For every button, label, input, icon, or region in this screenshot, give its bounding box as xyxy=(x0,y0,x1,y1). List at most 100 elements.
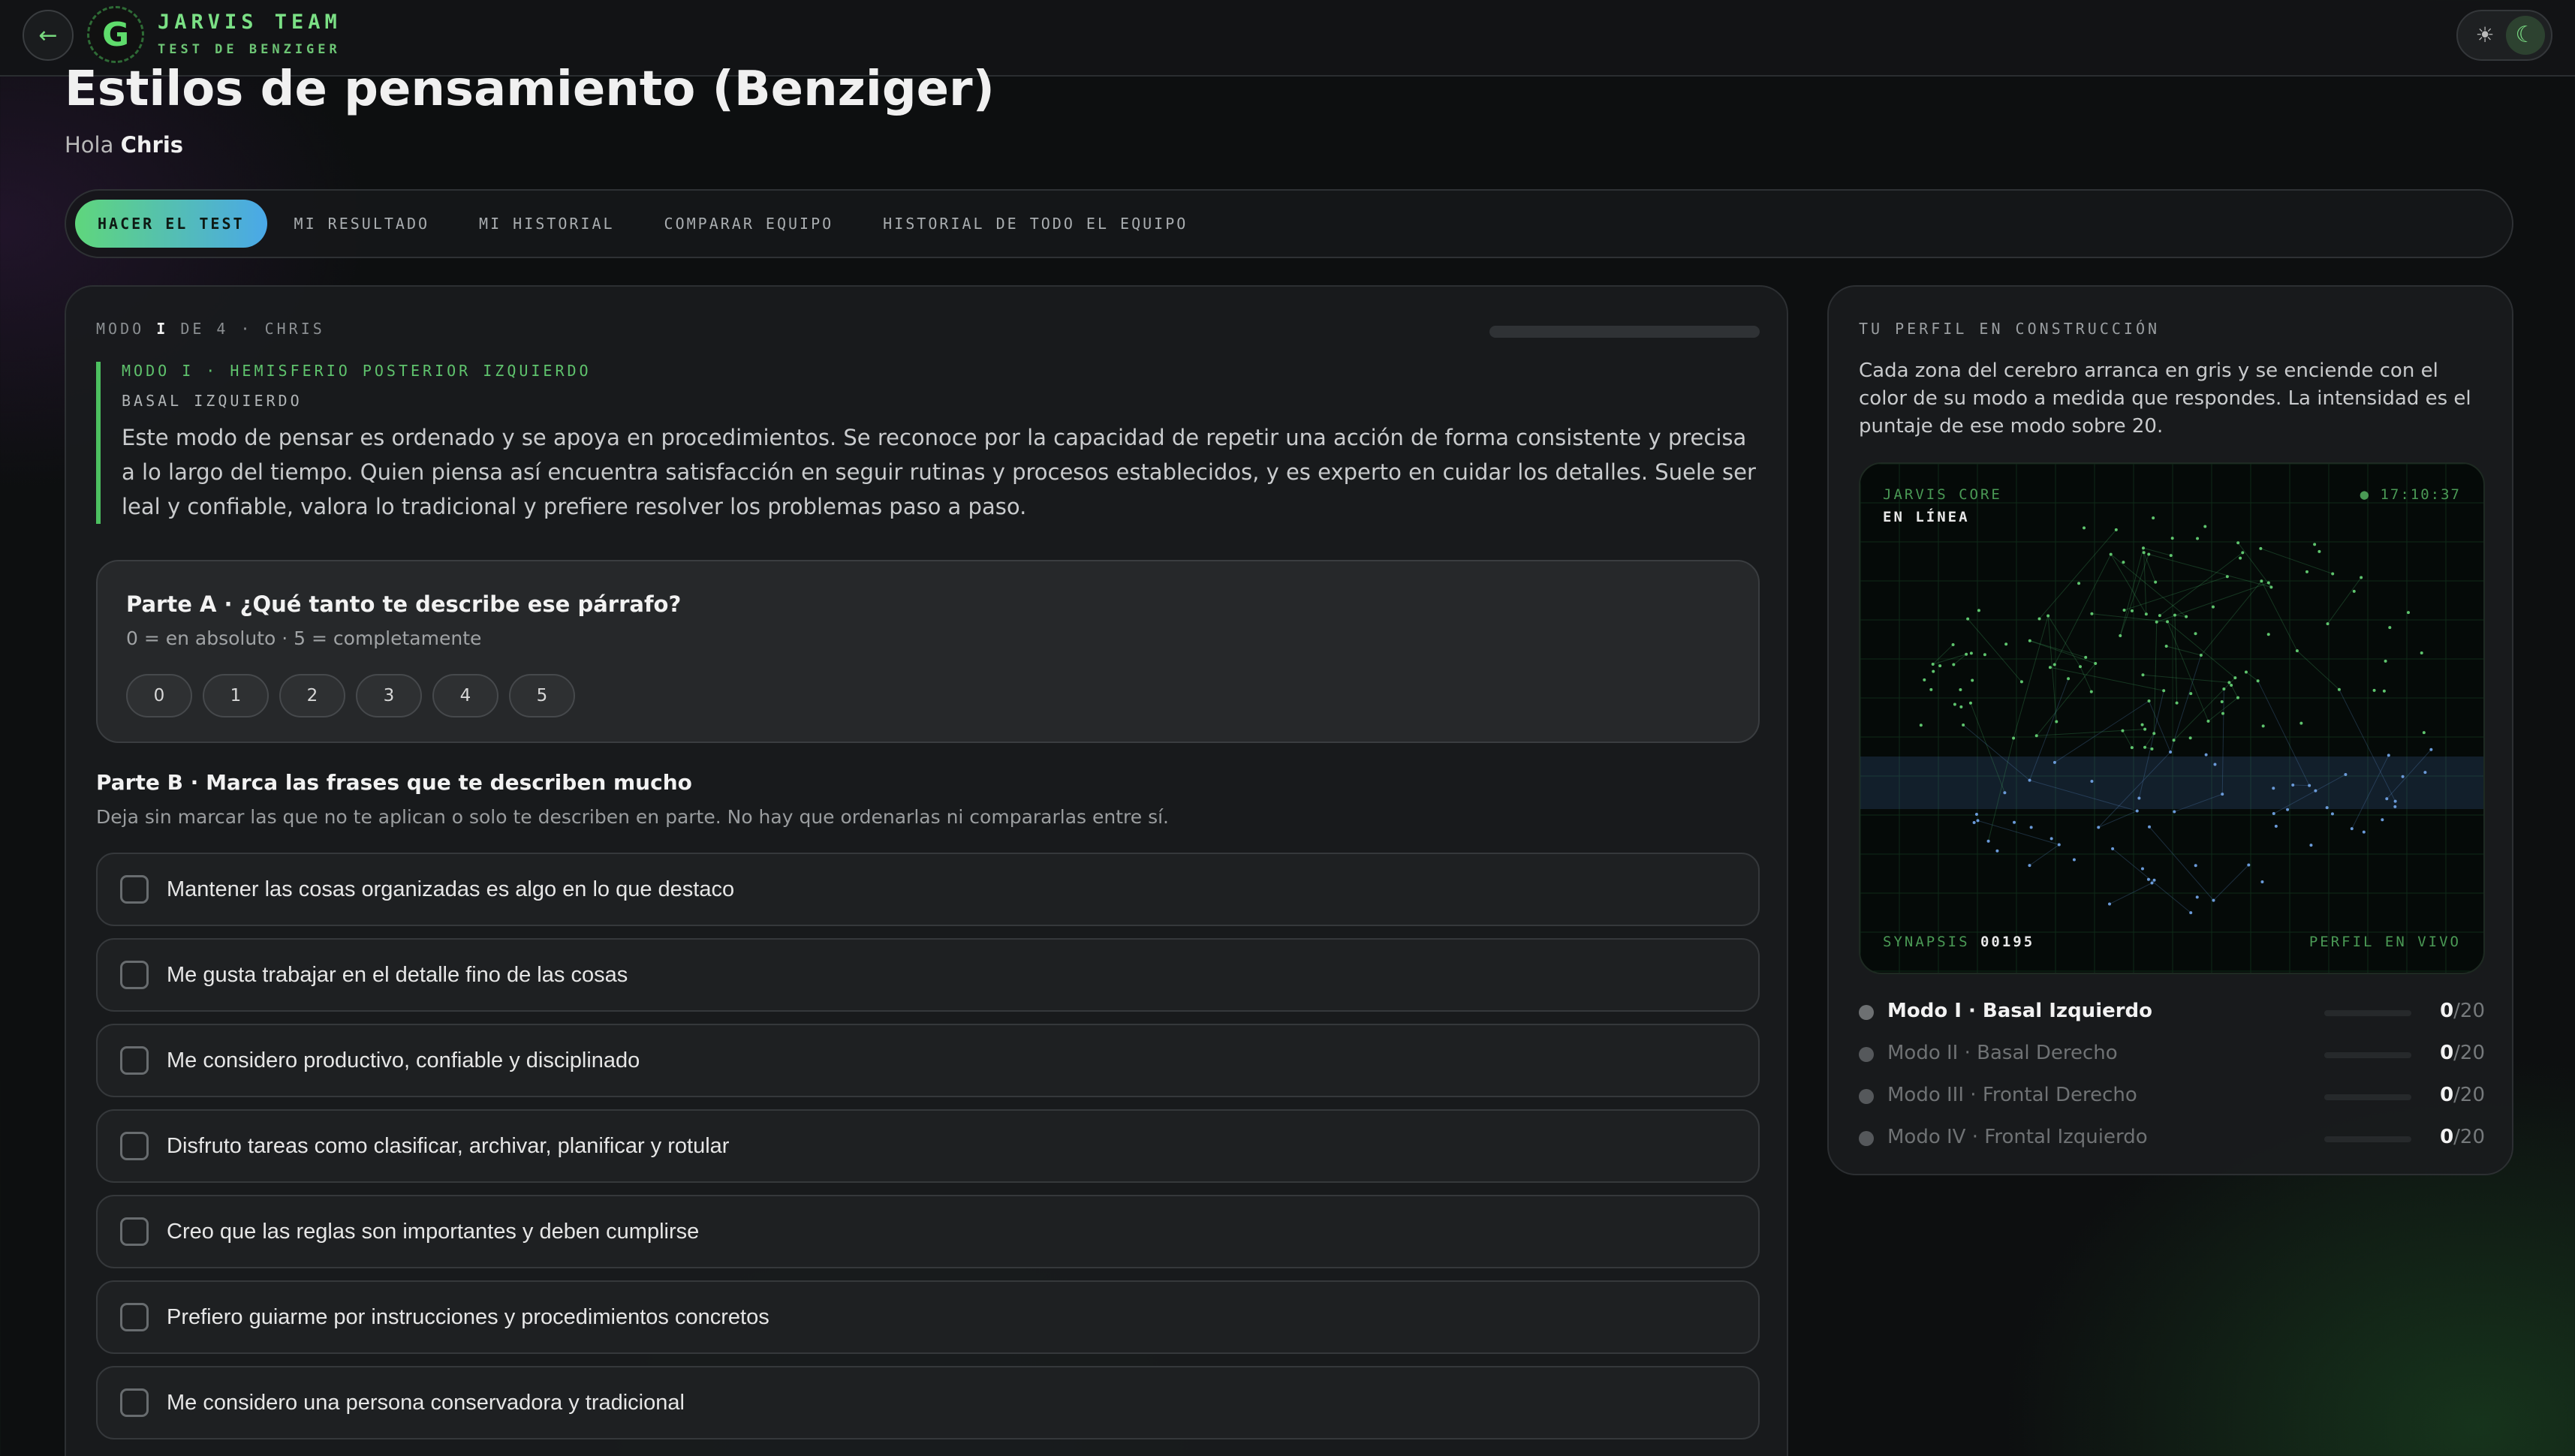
rating-option-2[interactable]: 2 xyxy=(279,674,345,717)
mode-kicker: MODO I · HEMISFERIO POSTERIOR IZQUIERDO xyxy=(122,362,592,380)
mode-score-bar xyxy=(2324,1052,2411,1058)
mode-score-row: Modo I · Basal Izquierdo 0/20 xyxy=(1859,994,2485,1036)
theme-toggle[interactable]: ☀ ☾ xyxy=(2456,10,2552,61)
statement-checkbox[interactable] xyxy=(120,875,149,904)
synapsis-readout: SYNAPSIS 00195 xyxy=(1883,934,2034,950)
profile-kicker: TU PERFIL EN CONSTRUCCIÓN xyxy=(1859,320,2161,338)
rating-option-1[interactable]: 1 xyxy=(203,674,269,717)
statement-item[interactable]: Disfruto tareas como clasificar, archiva… xyxy=(96,1109,1760,1183)
tab-comparar-equipo[interactable]: COMPARAR EQUIPO xyxy=(642,200,857,248)
brain-network-graphic xyxy=(1860,464,2483,973)
statement-checkbox[interactable] xyxy=(120,1303,149,1331)
mode-score-bar xyxy=(2324,1010,2411,1016)
statement-checkbox[interactable] xyxy=(120,1217,149,1246)
mode-score-bar xyxy=(2324,1094,2411,1100)
mode-score-name: Modo III · Frontal Derecho xyxy=(1887,1084,2137,1106)
tab-hacer-el-test[interactable]: HACER EL TEST xyxy=(75,200,267,248)
mode-description: MODO I · HEMISFERIO POSTERIOR IZQUIERDO … xyxy=(96,362,1760,524)
profile-panel: TU PERFIL EN CONSTRUCCIÓN Cada zona del … xyxy=(1827,285,2513,1175)
statement-text: Prefiero guiarme por instrucciones y pro… xyxy=(167,1304,769,1329)
mode-score-row: Modo III · Frontal Derecho 0/20 xyxy=(1859,1078,2485,1120)
tab-bar: HACER EL TEST MI RESULTADO MI HISTORIAL … xyxy=(65,189,2513,258)
statement-item[interactable]: Me gusta trabajar en el detalle fino de … xyxy=(96,938,1760,1012)
logo-letter: G xyxy=(101,15,130,54)
mode-score-name: Modo IV · Frontal Izquierdo xyxy=(1887,1126,2148,1148)
mode-paragraph: Este modo de pensar es ordenado y se apo… xyxy=(122,425,1756,519)
mode-score-value: 0/20 xyxy=(2440,1042,2485,1064)
statement-text: Me considero una persona conservadora y … xyxy=(167,1390,685,1415)
arrow-left-icon: ← xyxy=(38,22,58,49)
mode-score-max: /20 xyxy=(2453,1084,2485,1106)
progress-bar xyxy=(1489,326,1760,338)
mode-score-number: 0 xyxy=(2440,1042,2454,1064)
step-current: I xyxy=(156,320,169,338)
brand-title: JARVIS TEAM xyxy=(158,11,342,34)
mode-dot xyxy=(1859,1089,1874,1104)
statement-checkbox[interactable] xyxy=(120,1046,149,1075)
statement-text: Me considero productivo, confiable y dis… xyxy=(167,1048,640,1072)
statement-item[interactable]: Creo que las reglas son importantes y de… xyxy=(96,1195,1760,1268)
mode-score-row: Modo II · Basal Derecho 0/20 xyxy=(1859,1036,2485,1078)
statement-item[interactable]: Me considero productivo, confiable y dis… xyxy=(96,1024,1760,1097)
step-prefix: MODO xyxy=(96,320,145,338)
part-a-question: Parte A · ¿Qué tanto te describe ese pár… xyxy=(126,591,682,617)
statement-checkbox[interactable] xyxy=(120,961,149,989)
part-a-scale: 0 = en absoluto · 5 = completamente xyxy=(126,627,482,649)
statement-checkbox[interactable] xyxy=(120,1132,149,1160)
mode-score-bar xyxy=(2324,1136,2411,1142)
statement-checkbox[interactable] xyxy=(120,1388,149,1417)
brand-logo: G xyxy=(87,6,144,63)
mode-score-row: Modo IV · Frontal Izquierdo 0/20 xyxy=(1859,1120,2485,1162)
rating-option-4[interactable]: 4 xyxy=(432,674,498,717)
statement-item[interactable]: Mantener las cosas organizadas es algo e… xyxy=(96,853,1760,926)
mode-score-value: 0/20 xyxy=(2440,1084,2485,1106)
statement-text: Disfruto tareas como clasificar, archiva… xyxy=(167,1133,730,1158)
tab-mi-resultado[interactable]: MI RESULTADO xyxy=(272,200,453,248)
mode-score-name: Modo II · Basal Derecho xyxy=(1887,1042,2118,1064)
step-indicator: MODO I DE 4 · CHRIS xyxy=(96,320,325,338)
status-label: EN LÍNEA xyxy=(1883,509,1970,525)
mode-dot xyxy=(1859,1131,1874,1146)
greeting: Hola Chris xyxy=(65,132,183,158)
profile-description: Cada zona del cerebro arranca en gris y … xyxy=(1859,359,2471,438)
statement-text: Me gusta trabajar en el detalle fino de … xyxy=(167,962,628,987)
statement-item[interactable]: Prefiero guiarme por instrucciones y pro… xyxy=(96,1280,1760,1354)
statement-item[interactable]: Me considero una persona conservadora y … xyxy=(96,1366,1760,1439)
part-b-title: Parte B · Marca las frases que te descri… xyxy=(96,770,692,795)
statement-text: Mantener las cosas organizadas es algo e… xyxy=(167,877,735,901)
mode-score-number: 0 xyxy=(2440,1126,2454,1148)
sun-icon[interactable]: ☀ xyxy=(2471,22,2498,49)
mode-score-max: /20 xyxy=(2453,1126,2485,1148)
mode-score-max: /20 xyxy=(2453,1000,2485,1022)
tab-mi-historial[interactable]: MI HISTORIAL xyxy=(456,200,637,248)
test-card: MODO I DE 4 · CHRIS MODO I · HEMISFERIO … xyxy=(65,285,1788,1456)
mode-score-name: Modo I · Basal Izquierdo xyxy=(1887,1000,2153,1022)
mode-dot xyxy=(1859,1047,1874,1062)
brain-visualization: JARVIS CORE EN LÍNEA ● 17:10:37 SYNAPSIS… xyxy=(1859,462,2485,974)
rating-option-0[interactable]: 0 xyxy=(126,674,192,717)
mode-scores: Modo I · Basal Izquierdo 0/20 Modo II · … xyxy=(1859,994,2485,1162)
brand-subtitle: TEST DE BENZIGER xyxy=(158,42,341,57)
mode-score-value: 0/20 xyxy=(2440,1126,2485,1148)
back-button[interactable]: ← xyxy=(23,10,74,61)
part-a-panel: Parte A · ¿Qué tanto te describe ese pár… xyxy=(96,560,1760,743)
step-suffix: DE 4 · CHRIS xyxy=(180,320,325,338)
rating-option-3[interactable]: 3 xyxy=(356,674,422,717)
live-label: PERFIL EN VIVO xyxy=(2308,934,2461,950)
mode-score-max: /20 xyxy=(2453,1042,2485,1064)
mode-score-value: 0/20 xyxy=(2440,1000,2485,1022)
tab-historial-equipo[interactable]: HISTORIAL DE TODO EL EQUIPO xyxy=(860,200,1210,248)
rating-option-5[interactable]: 5 xyxy=(509,674,575,717)
synapsis-value: 00195 xyxy=(1980,934,2035,950)
mode-name: BASAL IZQUIERDO xyxy=(122,392,303,410)
rating-options: 0 1 2 3 4 5 xyxy=(126,674,575,717)
part-b-subtitle: Deja sin marcar las que no te aplican o … xyxy=(96,806,1170,828)
core-label: JARVIS CORE xyxy=(1883,486,2002,503)
mode-score-number: 0 xyxy=(2440,1000,2454,1022)
synapsis-label: SYNAPSIS xyxy=(1883,934,1970,950)
mode-score-number: 0 xyxy=(2440,1084,2454,1106)
clock-readout: ● 17:10:37 xyxy=(2360,486,2461,503)
statement-text: Creo que las reglas son importantes y de… xyxy=(167,1219,700,1244)
moon-icon[interactable]: ☾ xyxy=(2506,16,2545,55)
mode-dot xyxy=(1859,1005,1874,1020)
